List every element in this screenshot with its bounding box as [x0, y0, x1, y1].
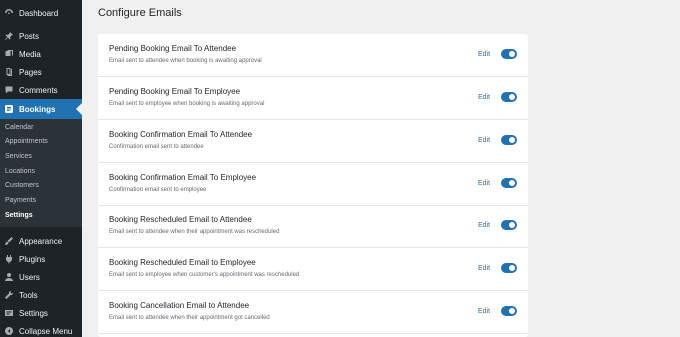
sidebar-item-label: Appearance: [19, 236, 63, 246]
toggle-knob: [509, 51, 515, 57]
page-title: Configure Emails: [98, 7, 182, 19]
submenu-item-services[interactable]: Services: [5, 151, 32, 163]
pages-icon: [4, 67, 14, 77]
email-title: Booking Confirmation Email To Employee: [109, 173, 257, 182]
enable-toggle[interactable]: [501, 135, 517, 145]
sidebar-item-label: Bookings: [19, 104, 56, 114]
email-setting-row: Booking Rescheduled Email to Employee Em…: [98, 248, 528, 291]
email-setting-row: Pending Booking Email To Employee Email …: [98, 77, 528, 120]
edit-link[interactable]: Edit: [478, 94, 490, 101]
edit-link[interactable]: Edit: [478, 51, 490, 58]
sidebar-item-appearance[interactable]: Appearance: [0, 232, 82, 250]
email-description: Email sent to attendee when their appoin…: [109, 315, 270, 321]
email-settings-card: Pending Booking Email To Attendee Email …: [98, 34, 528, 337]
pin-icon: [4, 31, 14, 41]
toggle-knob: [509, 265, 515, 271]
settings-icon: [4, 308, 14, 318]
email-setting-row: Booking Rescheduled Email to Attendee Em…: [98, 205, 528, 248]
email-title: Booking Cancellation Email to Attendee: [109, 301, 250, 310]
enable-toggle[interactable]: [501, 220, 517, 230]
sidebar-item-label: Collapse Menu: [19, 326, 73, 336]
collapse-menu-button[interactable]: Collapse Menu: [0, 322, 82, 337]
toggle-knob: [509, 94, 515, 100]
enable-toggle[interactable]: [501, 306, 517, 316]
sidebar-item-label: Tools: [19, 290, 38, 300]
toggle-knob: [509, 222, 515, 228]
sidebar-item-label: Dashboard: [19, 8, 59, 18]
enable-toggle[interactable]: [501, 92, 517, 102]
email-setting-row: Pending Booking Email To Attendee Email …: [98, 34, 528, 77]
bookings-submenu: Calendar Appointments Services Locations…: [0, 119, 82, 227]
user-icon: [4, 272, 14, 282]
email-description: Email sent to employee when customer's a…: [109, 272, 300, 278]
submenu-item-calendar[interactable]: Calendar: [5, 122, 33, 134]
submenu-item-locations[interactable]: Locations: [5, 166, 35, 178]
sidebar-item-plugins[interactable]: Plugins: [0, 250, 82, 268]
enable-toggle[interactable]: [501, 178, 517, 188]
sidebar-item-pages[interactable]: Pages: [0, 63, 82, 81]
submenu-item-appointments[interactable]: Appointments: [5, 136, 48, 148]
sidebar-item-label: Pages: [19, 67, 42, 77]
enable-toggle[interactable]: [501, 49, 517, 59]
toggle-knob: [509, 180, 515, 186]
brush-icon: [4, 236, 14, 246]
email-setting-row: Booking Confirmation Email To Employee C…: [98, 163, 528, 206]
toggle-knob: [509, 308, 515, 314]
active-menu-arrow: [76, 103, 82, 115]
edit-link[interactable]: Edit: [478, 222, 490, 229]
edit-link[interactable]: Edit: [478, 137, 490, 144]
email-title: Booking Rescheduled Email to Attendee: [109, 215, 252, 224]
edit-link[interactable]: Edit: [478, 180, 490, 187]
media-icon: [4, 49, 14, 59]
sidebar-item-label: Settings: [19, 308, 48, 318]
email-title: Pending Booking Email To Attendee: [109, 44, 237, 53]
enable-toggle[interactable]: [501, 263, 517, 273]
sidebar-item-label: Plugins: [19, 254, 46, 264]
email-title: Pending Booking Email To Employee: [109, 87, 241, 96]
sidebar-item-dashboard[interactable]: Dashboard: [0, 4, 82, 22]
sidebar-item-users[interactable]: Users: [0, 268, 82, 286]
toggle-knob: [509, 137, 515, 143]
sidebar-item-label: Media: [19, 49, 41, 59]
submenu-item-payments[interactable]: Payments: [5, 195, 36, 207]
email-title: Booking Confirmation Email To Attendee: [109, 130, 253, 139]
sidebar-item-comments[interactable]: Comments: [0, 81, 82, 99]
bookings-icon: [4, 104, 14, 114]
plugin-icon: [4, 254, 14, 264]
edit-link[interactable]: Edit: [478, 265, 490, 272]
submenu-item-customers[interactable]: Customers: [5, 180, 39, 192]
email-setting-row: Booking Confirmation Email To Attendee C…: [98, 120, 528, 163]
sidebar-item-tools[interactable]: Tools: [0, 286, 82, 304]
email-title: Booking Rescheduled Email to Employee: [109, 258, 256, 267]
email-setting-row: Booking Cancellation Email to Attendee E…: [98, 291, 528, 334]
submenu-item-settings[interactable]: Settings: [5, 210, 33, 222]
collapse-icon: [4, 326, 14, 336]
sidebar-item-label: Posts: [19, 31, 40, 41]
wrench-icon: [4, 290, 14, 300]
email-description: Email sent to employee when booking is a…: [109, 101, 265, 107]
edit-link[interactable]: Edit: [478, 308, 490, 315]
comment-icon: [4, 85, 14, 95]
email-description: Confirmation email sent to attendee: [109, 144, 204, 150]
sidebar-item-media[interactable]: Media: [0, 45, 82, 63]
admin-sidebar: Dashboard Posts Media Pages Comments Boo…: [0, 0, 82, 337]
sidebar-item-label: Users: [19, 272, 40, 282]
email-description: Email sent to attendee when booking is a…: [109, 58, 262, 64]
email-description: Confirmation email sent to employee: [109, 187, 207, 193]
email-description: Email sent to attendee when their appoin…: [109, 229, 280, 235]
sidebar-item-settings[interactable]: Settings: [0, 304, 82, 322]
sidebar-item-bookings[interactable]: Bookings: [0, 99, 82, 119]
dashboard-icon: [4, 8, 14, 18]
sidebar-item-posts[interactable]: Posts: [0, 27, 82, 45]
sidebar-item-label: Comments: [19, 85, 58, 95]
